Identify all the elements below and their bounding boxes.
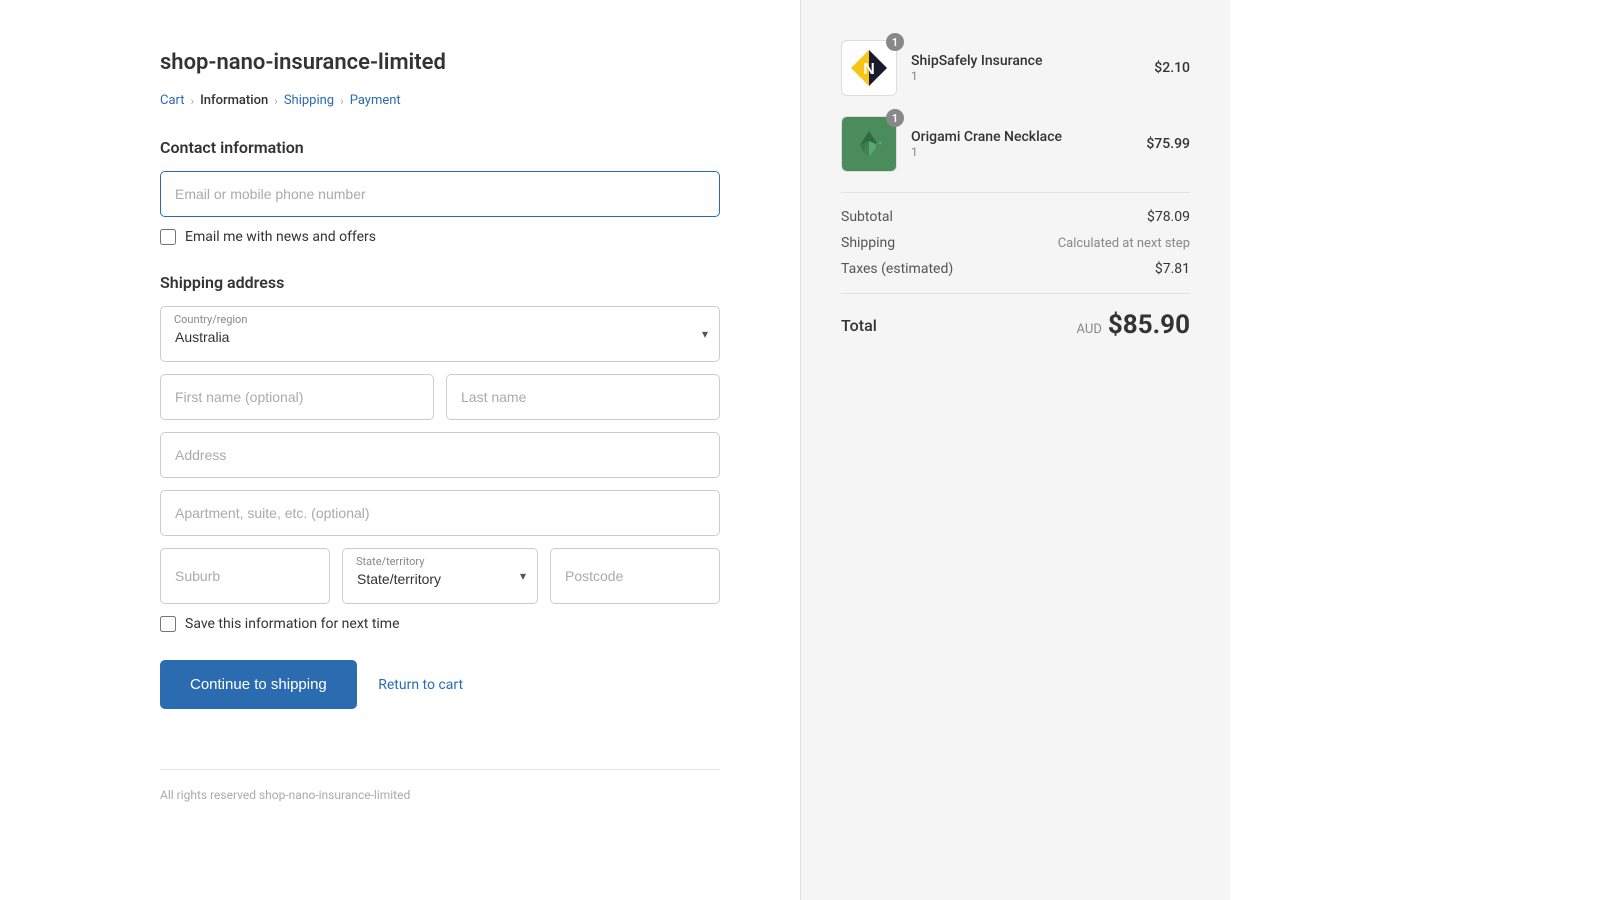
origami-qty: 1 xyxy=(911,145,1132,159)
subtotal-value: $78.09 xyxy=(1147,209,1190,225)
breadcrumb-payment[interactable]: Payment xyxy=(350,93,401,108)
left-panel: shop-nano-insurance-limited Cart › Infor… xyxy=(0,0,800,900)
shipsafely-name: ShipSafely Insurance xyxy=(911,53,1140,69)
footer-text: All rights reserved shop-nano-insurance-… xyxy=(160,769,720,802)
save-info-checkbox[interactable] xyxy=(160,616,176,632)
breadcrumb: Cart › Information › Shipping › Payment xyxy=(160,93,720,108)
shipsafely-badge: 1 xyxy=(886,33,904,51)
form-actions: Continue to shipping Return to cart xyxy=(160,660,720,709)
total-amount: $85.90 xyxy=(1108,310,1190,340)
shipsafely-qty: 1 xyxy=(911,69,1140,83)
apartment-input[interactable] xyxy=(160,490,720,536)
breadcrumb-sep-1: › xyxy=(191,94,195,108)
taxes-label: Taxes (estimated) xyxy=(841,261,953,277)
apartment-row xyxy=(160,490,720,536)
email-input[interactable] xyxy=(160,171,720,217)
shipsafely-info: ShipSafely Insurance 1 xyxy=(911,53,1140,83)
save-info-row: Save this information for next time xyxy=(160,616,720,632)
shipsafely-price: $2.10 xyxy=(1154,60,1190,76)
total-label: Total xyxy=(841,316,877,335)
order-item-shipsafely: N 1 ShipSafely Insurance 1 $2.10 xyxy=(841,40,1190,96)
postcode-input[interactable] xyxy=(550,548,720,604)
taxes-value: $7.81 xyxy=(1155,261,1190,277)
shipping-row: Shipping Calculated at next step xyxy=(841,235,1190,251)
order-divider-1 xyxy=(841,192,1190,193)
order-item-origami: 1 Origami Crane Necklace 1 $75.99 xyxy=(841,116,1190,172)
subtotal-row: Subtotal $78.09 xyxy=(841,209,1190,225)
newsletter-label: Email me with news and offers xyxy=(185,229,376,245)
address-row xyxy=(160,432,720,478)
origami-name: Origami Crane Necklace xyxy=(911,129,1132,145)
right-panel: N 1 ShipSafely Insurance 1 $2.10 xyxy=(800,0,1230,900)
store-name: shop-nano-insurance-limited xyxy=(160,50,720,75)
shipsafely-img-wrapper: N 1 xyxy=(841,40,897,96)
state-select[interactable]: State/territory xyxy=(342,548,538,604)
shipping-label: Shipping xyxy=(841,235,895,251)
origami-info: Origami Crane Necklace 1 xyxy=(911,129,1132,159)
order-divider-2 xyxy=(841,293,1190,294)
name-row xyxy=(160,374,720,420)
newsletter-checkbox[interactable] xyxy=(160,229,176,245)
breadcrumb-shipping[interactable]: Shipping xyxy=(284,93,334,108)
total-row: Total AUD $85.90 xyxy=(841,310,1190,340)
total-value-wrapper: AUD $85.90 xyxy=(1077,310,1190,340)
state-select-wrapper: State/territory State/territory ▾ xyxy=(342,548,538,604)
address-input[interactable] xyxy=(160,432,720,478)
breadcrumb-sep-2: › xyxy=(274,94,278,108)
first-name-input[interactable] xyxy=(160,374,434,420)
last-name-input[interactable] xyxy=(446,374,720,420)
origami-badge: 1 xyxy=(886,109,904,127)
contact-section-title: Contact information xyxy=(160,138,720,157)
origami-price: $75.99 xyxy=(1146,136,1190,152)
country-select-wrapper: Country/region Australia ▾ xyxy=(160,306,720,362)
svg-text:N: N xyxy=(863,61,875,78)
origami-img-wrapper: 1 xyxy=(841,116,897,172)
breadcrumb-sep-3: › xyxy=(340,94,344,108)
breadcrumb-information: Information xyxy=(200,93,268,108)
newsletter-row: Email me with news and offers xyxy=(160,229,720,245)
continue-to-shipping-button[interactable]: Continue to shipping xyxy=(160,660,357,709)
suburb-row: State/territory State/territory ▾ xyxy=(160,548,720,604)
suburb-input[interactable] xyxy=(160,548,330,604)
country-select[interactable]: Australia xyxy=(160,306,720,362)
total-currency: AUD xyxy=(1077,322,1102,337)
shipping-section-title: Shipping address xyxy=(160,273,720,292)
shipping-value: Calculated at next step xyxy=(1058,236,1190,251)
taxes-row: Taxes (estimated) $7.81 xyxy=(841,261,1190,277)
country-select-container: Country/region Australia ▾ xyxy=(160,306,720,362)
return-to-cart-link[interactable]: Return to cart xyxy=(378,677,463,693)
subtotal-label: Subtotal xyxy=(841,209,893,225)
breadcrumb-cart[interactable]: Cart xyxy=(160,93,185,108)
save-info-label: Save this information for next time xyxy=(185,616,400,632)
